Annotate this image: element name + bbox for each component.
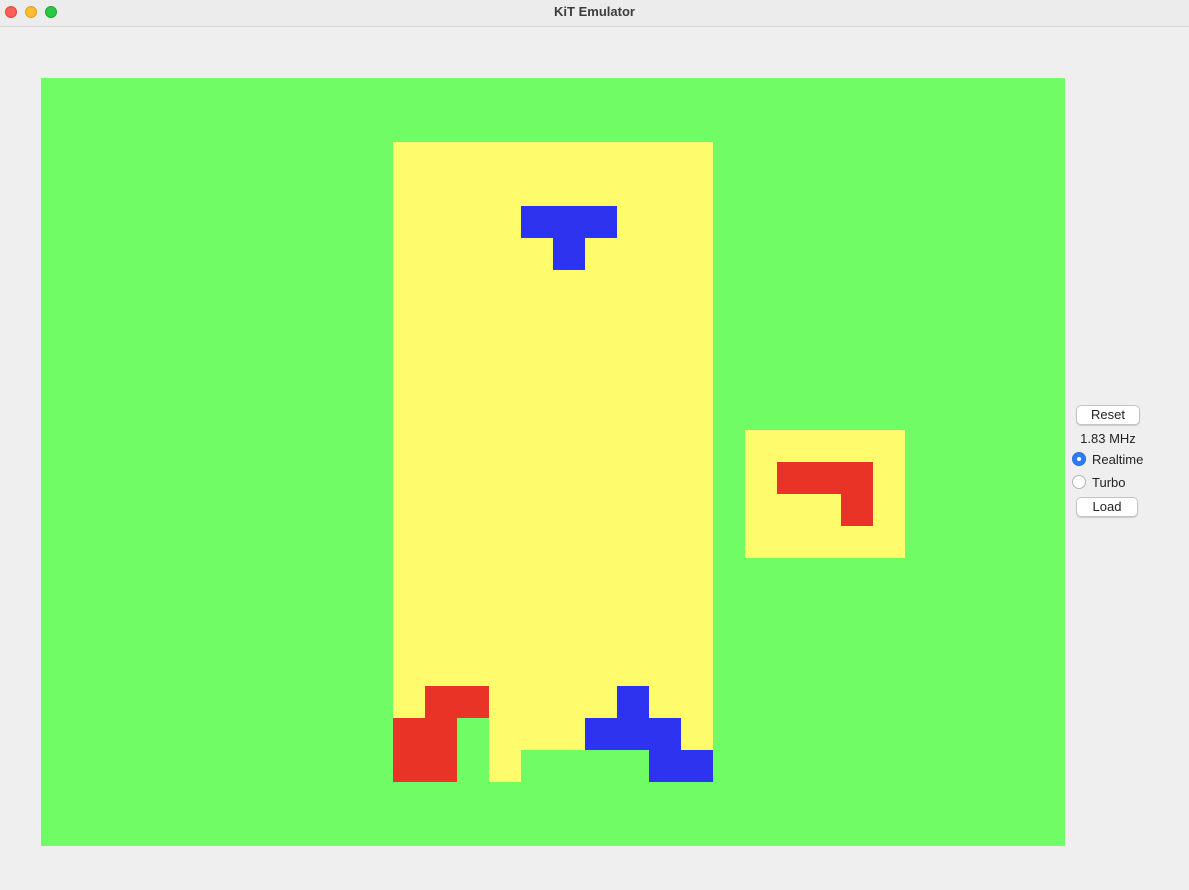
next-piece-cell [809,462,841,494]
stacked-cell [649,750,681,782]
radio-unselected-icon[interactable] [1072,475,1086,489]
falling-piece-cell [553,238,585,270]
stacked-cell [649,718,681,750]
falling-piece-cell [585,206,617,238]
stacked-cell [393,718,425,750]
stacked-cell [457,750,489,782]
stacked-cell [617,718,649,750]
realtime-label: Realtime [1092,451,1144,467]
title-bar: KiT Emulator [0,0,1189,27]
stacked-cell [617,686,649,718]
stacked-cell [617,750,649,782]
window-title: KiT Emulator [554,4,635,19]
stacked-cell [457,686,489,718]
falling-piece-cell [553,206,585,238]
stacked-cell [521,750,553,782]
stacked-cell [681,750,713,782]
radio-selected-icon[interactable] [1072,452,1086,466]
clock-frequency: 1.83 MHz [1080,431,1136,446]
stacked-cell [585,718,617,750]
turbo-radio[interactable]: Turbo [1072,473,1125,491]
stacked-cell [425,750,457,782]
next-piece-cell [777,462,809,494]
next-piece-preview [745,430,905,558]
falling-piece-cell [521,206,553,238]
stacked-cell [425,718,457,750]
emulator-screen [41,78,1065,846]
stacked-cell [425,686,457,718]
turbo-label: Turbo [1092,474,1126,490]
realtime-radio[interactable]: Realtime [1072,450,1143,468]
next-piece-cell [841,462,873,494]
stacked-cell [393,750,425,782]
stacked-cell [585,750,617,782]
reset-button[interactable]: Reset [1076,405,1140,425]
game-well [393,142,713,782]
stacked-cell [457,718,489,750]
stacked-cell [553,750,585,782]
next-piece-cell [841,494,873,526]
load-button[interactable]: Load [1076,497,1138,517]
